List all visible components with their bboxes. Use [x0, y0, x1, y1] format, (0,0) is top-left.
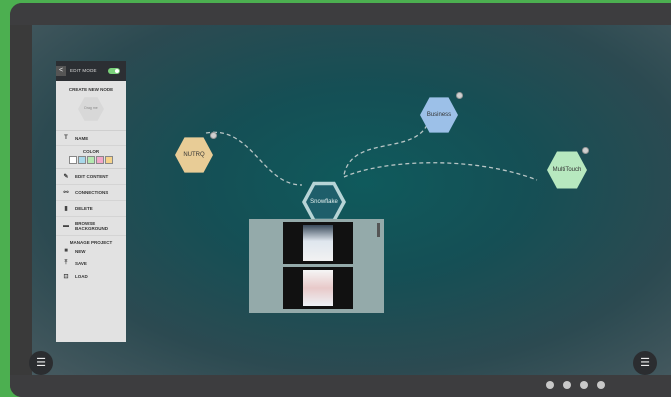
hamburger-menu-button[interactable]: ☰: [633, 351, 657, 375]
trash-icon: ▮: [64, 206, 68, 212]
page-dot[interactable]: [546, 381, 554, 389]
canvas[interactable]: NUTRQ Business Snowflake MultiTouch: [32, 25, 671, 375]
thumbnail-image: [303, 225, 333, 261]
create-node-title: CREATE NEW NODE: [68, 87, 114, 92]
hamburger-icon: ☰: [640, 357, 650, 369]
save-project-option[interactable]: ⤒ SAVE: [56, 257, 126, 270]
connections-option[interactable]: ⚯ CONNECTIONS: [56, 185, 126, 201]
thumbnail-image: [303, 270, 333, 306]
folder-icon: ▬: [63, 223, 69, 229]
top-bezel: [10, 3, 671, 25]
node-label: MultiTouch: [552, 167, 582, 173]
node-options-marker[interactable]: [456, 92, 463, 99]
hamburger-icon: ☰: [36, 357, 46, 369]
connections-layer: [205, 124, 538, 186]
color-swatch-green[interactable]: [87, 156, 95, 164]
load-icon: ⊡: [63, 274, 69, 280]
sidebar-header: < EDIT MODE: [56, 61, 126, 81]
color-swatch-white[interactable]: [69, 156, 77, 164]
color-label: COLOR: [82, 149, 100, 154]
edit-sidebar: < EDIT MODE CREATE NEW NODE Drag me T NA…: [56, 61, 126, 342]
edit-content-label: EDIT CONTENT: [75, 174, 109, 179]
page-indicator: [546, 381, 605, 389]
connection-business-snowflake: [343, 124, 428, 176]
page-dot[interactable]: [563, 381, 571, 389]
content-thumbnail[interactable]: [283, 222, 353, 264]
connection-snowflake-multitouch: [343, 162, 538, 181]
pencil-icon: ✎: [63, 174, 69, 180]
color-swatch-pink[interactable]: [96, 156, 104, 164]
content-thumbnail[interactable]: [283, 267, 353, 309]
delete-option[interactable]: ▮ DELETE: [56, 201, 126, 217]
manage-project-title: MANAGE PROJECT: [69, 240, 113, 245]
color-section: COLOR: [56, 146, 126, 169]
new-label: NEW: [75, 248, 86, 254]
save-label: SAVE: [75, 261, 87, 266]
node-anchor-marker[interactable]: [210, 132, 217, 139]
name-label: NAME: [75, 135, 89, 141]
connections-icon: ⚯: [63, 190, 69, 196]
upload-icon: ⤒: [64, 260, 68, 266]
connection-nutrq-snowflake: [205, 131, 303, 186]
back-button[interactable]: <: [56, 66, 66, 76]
browse-background-option[interactable]: ▬ BROWSE BACKGROUND: [56, 217, 126, 236]
edit-content-option[interactable]: ✎ EDIT CONTENT: [56, 169, 126, 185]
browse-background-label: BROWSE BACKGROUND: [75, 221, 108, 231]
name-option[interactable]: T NAME: [56, 131, 126, 146]
load-project-option[interactable]: ⊡ LOAD: [56, 270, 126, 283]
hamburger-menu-button[interactable]: ☰: [29, 351, 53, 375]
node-content-popup[interactable]: [249, 219, 384, 313]
new-project-option[interactable]: ■ NEW: [56, 245, 126, 257]
color-swatch-yellow[interactable]: [105, 156, 113, 164]
new-file-icon: ■: [64, 248, 68, 254]
popup-scrollbar[interactable]: [377, 223, 380, 237]
color-swatches: [60, 156, 122, 164]
new-node-preview[interactable]: Drag me: [78, 97, 104, 121]
edit-mode-toggle[interactable]: [108, 68, 120, 74]
delete-label: DELETE: [75, 206, 93, 211]
create-node-section: CREATE NEW NODE Drag me: [56, 81, 126, 131]
connections-label: CONNECTIONS: [75, 190, 109, 195]
node-label: Snowflake: [310, 199, 338, 205]
node-label: NUTRQ: [183, 152, 205, 158]
page-dot[interactable]: [580, 381, 588, 389]
color-swatch-blue[interactable]: [78, 156, 86, 164]
text-icon: T: [64, 135, 68, 141]
edit-mode-label: EDIT MODE: [70, 68, 97, 73]
preview-label: Drag me: [84, 106, 98, 110]
load-label: LOAD: [75, 274, 88, 279]
node-label: Business: [426, 112, 452, 118]
bottom-bezel: [10, 375, 671, 397]
node-options-marker[interactable]: [582, 147, 589, 154]
page-dot[interactable]: [597, 381, 605, 389]
